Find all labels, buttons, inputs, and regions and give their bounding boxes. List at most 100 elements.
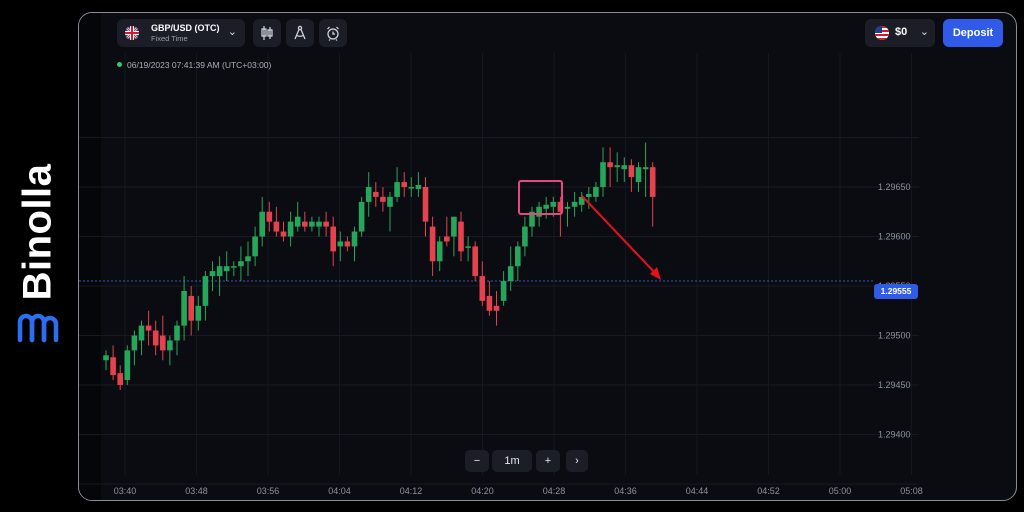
candle-body	[351, 231, 358, 247]
candle-body	[365, 187, 372, 202]
price-chart[interactable]: 03:40 03:48 03:56 04:04 04:12 04:20 04:28 04:36…	[79, 13, 1016, 500]
candle-body	[649, 167, 656, 197]
deposit-button[interactable]: Deposit	[943, 19, 1003, 47]
us-flag-icon	[875, 26, 889, 40]
candle-body	[465, 246, 471, 248]
candle-body	[522, 226, 528, 247]
candle-body	[593, 187, 599, 197]
candle-body	[458, 221, 464, 252]
candle-body	[287, 221, 294, 237]
candle-body	[223, 266, 230, 272]
alerts-button[interactable]	[319, 19, 347, 47]
candle-body	[436, 241, 443, 262]
candle-body	[238, 261, 244, 267]
server-time: 06/19/2023 07:41:39 AM (UTC+03:00)	[117, 60, 271, 70]
candle-body	[216, 266, 223, 277]
candle-body	[188, 295, 194, 321]
x-tick-label: 04:52	[757, 486, 780, 496]
y-tick-label: 1.29500	[878, 331, 911, 341]
trading-window: 03:40 03:48 03:56 04:04 04:12 04:20 04:28 04:36…	[78, 12, 1017, 501]
current-price-tag: 1.29555	[874, 284, 918, 299]
candle-body	[479, 276, 486, 301]
x-tick-label: 04:20	[471, 486, 494, 496]
candle-body	[344, 241, 351, 247]
candle-body	[117, 373, 123, 385]
candle-body	[202, 276, 209, 306]
candlestick-icon	[261, 26, 273, 40]
candle-body	[380, 196, 386, 202]
candle-body	[444, 236, 450, 242]
candle-body	[195, 305, 202, 321]
candle-body	[607, 162, 613, 168]
x-tick-label: 03:48	[185, 486, 208, 496]
candle-body	[103, 355, 109, 361]
candle-body	[167, 340, 173, 351]
candle-body	[635, 167, 642, 183]
y-tick-label: 1.29650	[878, 182, 911, 192]
chevron-right-icon[interactable]: ›	[566, 450, 588, 472]
candle-body	[472, 246, 478, 277]
candle-body	[259, 211, 265, 237]
candle-body	[614, 165, 620, 168]
account-balance[interactable]: $0 ⌄	[865, 19, 935, 47]
server-time-text: 06/19/2023 07:41:39 AM (UTC+03:00)	[127, 60, 272, 70]
candle-body	[209, 271, 216, 277]
x-tick-label: 04:04	[328, 486, 351, 496]
pair-chevron-down-icon: ⌄	[227, 26, 237, 38]
candle-body	[550, 201, 557, 207]
candle-body	[415, 185, 422, 189]
candle-body	[543, 204, 549, 209]
candle-body	[330, 226, 336, 252]
trend-arrow-line	[581, 195, 658, 276]
asset-name: GBP/USD (OTC)	[151, 23, 220, 33]
candle-body	[252, 236, 258, 257]
asset-type: Fixed Time	[151, 34, 188, 43]
candle-body	[160, 335, 166, 351]
candle-body	[628, 165, 635, 178]
zoom-in-button[interactable]: +	[536, 450, 560, 472]
candle-body	[507, 266, 514, 282]
candle-body	[500, 281, 507, 301]
timeframe-value[interactable]: 1m	[492, 450, 532, 472]
binolla-logo-icon	[17, 313, 59, 343]
candle-body	[138, 325, 145, 341]
candle-body	[309, 221, 315, 227]
candle-body	[571, 201, 578, 207]
candle-body	[124, 350, 131, 381]
y-tick-label: 1.29400	[878, 430, 911, 440]
candle-body	[245, 256, 251, 262]
balance-value: $0	[895, 26, 908, 38]
x-tick-label: 05:00	[829, 486, 852, 496]
brand-sidebar: Binolla	[0, 0, 78, 512]
candle-body	[515, 246, 521, 267]
candle-body	[152, 330, 159, 346]
candle-body	[493, 305, 500, 311]
alarm-clock-icon	[327, 26, 339, 41]
x-tick-label: 04:28	[543, 486, 566, 496]
candle-body	[131, 335, 138, 351]
x-tick-label: 03:40	[114, 486, 137, 496]
candle-body	[145, 325, 152, 331]
asset-selector[interactable]: GBP/USD (OTC) Fixed Time ⌄	[117, 19, 245, 47]
candle-body	[294, 216, 301, 227]
zoom-out-button[interactable]: −	[465, 450, 489, 472]
balance-chevron-down-icon: ⌄	[919, 26, 929, 38]
candle-body	[273, 221, 280, 232]
drawing-tools-button[interactable]	[286, 19, 314, 47]
candle-body	[373, 191, 379, 197]
candle-body	[642, 167, 649, 170]
x-tick-label: 04:44	[686, 486, 709, 496]
chart-type-button[interactable]	[253, 19, 281, 47]
candle-body	[586, 193, 592, 197]
candle-body	[422, 187, 429, 222]
candle-body	[408, 187, 415, 189]
candle-body	[316, 221, 322, 227]
drawing-compass-icon	[294, 25, 306, 40]
brand-name: Binolla	[15, 163, 60, 301]
candle-body	[429, 226, 436, 262]
x-tick-label: 05:08	[900, 486, 923, 496]
x-tick-label: 04:36	[614, 486, 637, 496]
uk-flag-icon	[125, 26, 139, 40]
candle-body	[231, 266, 237, 268]
candle-body	[387, 196, 393, 207]
